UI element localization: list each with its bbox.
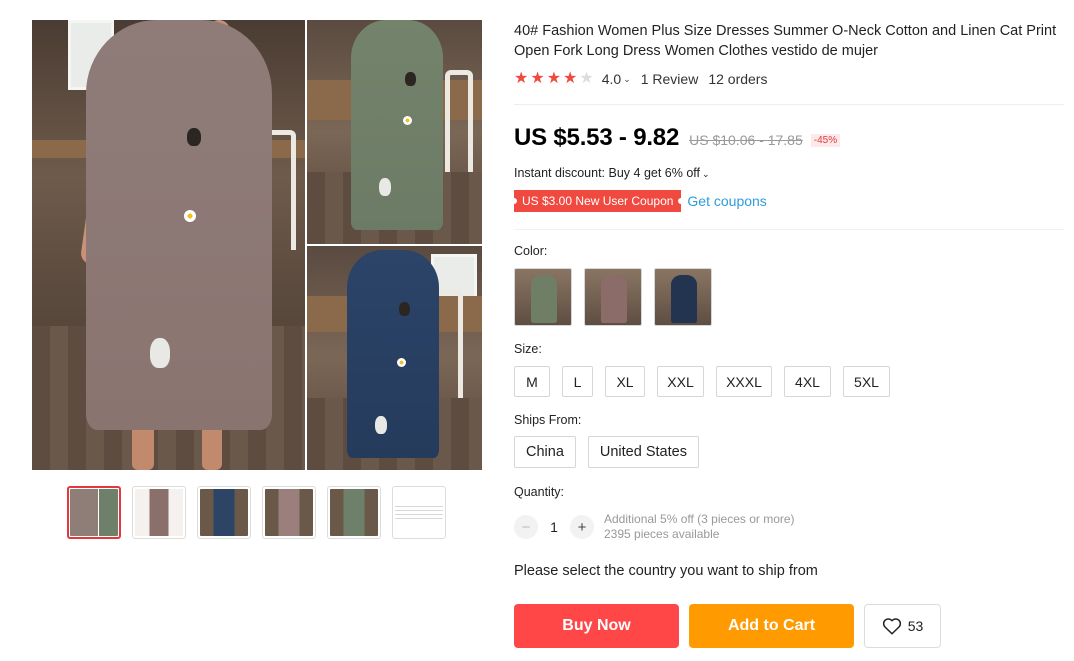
thumbnail-6-size-chart[interactable] (392, 486, 446, 539)
size-option-xxxl[interactable]: XXXL (716, 366, 772, 397)
quantity-input[interactable]: 1 (538, 519, 570, 535)
color-option-green[interactable] (514, 268, 572, 326)
size-option-5xl[interactable]: 5XL (843, 366, 890, 397)
daisy-print (184, 210, 196, 222)
thumbnail-3[interactable] (197, 486, 251, 539)
thumbnail-4[interactable] (262, 486, 316, 539)
reviews-link[interactable]: 1 Review (641, 71, 699, 87)
chair-decor (445, 70, 473, 180)
ships-from-options: China United States (514, 436, 699, 468)
ships-from-label: Ships From: (514, 413, 582, 427)
color-option-mauve[interactable] (584, 268, 642, 326)
cat-print (405, 72, 416, 86)
star-icon: ★ (514, 70, 529, 87)
add-to-cart-button[interactable]: Add to Cart (689, 604, 854, 648)
thumbnail-2[interactable] (132, 486, 186, 539)
star-icon: ★ (530, 70, 545, 87)
daisy-print (397, 358, 406, 367)
size-option-xl[interactable]: XL (605, 366, 645, 397)
divider (514, 104, 1064, 105)
chevron-down-icon[interactable]: ⌄ (623, 74, 631, 85)
star-icon: ★ (546, 70, 562, 87)
scene-navy-dress (307, 246, 482, 470)
green-dress-shape (351, 20, 443, 230)
cat-print (150, 338, 170, 368)
thumbnail-5[interactable] (327, 486, 381, 539)
mauve-dress-shape (86, 20, 272, 430)
cat-print (375, 416, 387, 434)
color-option-navy[interactable] (654, 268, 712, 326)
coupon-row: US $3.00 New User Coupon Get coupons (510, 190, 767, 212)
instant-discount[interactable]: Instant discount: Buy 4 get 6% off ⌄ (514, 166, 710, 180)
heart-icon (882, 618, 901, 635)
size-label: Size: (514, 342, 542, 356)
wishlist-count: 53 (907, 618, 924, 634)
star-icon: ★ (563, 70, 578, 87)
rating-value[interactable]: 4.0 (602, 71, 621, 87)
color-label: Color: (514, 244, 548, 258)
size-option-xxl[interactable]: XXL (657, 366, 704, 397)
current-price: US $5.53 - 9.82 (514, 124, 680, 151)
daisy-print (403, 116, 412, 125)
bulk-discount-note: Additional 5% off (3 pieces or more) (604, 512, 795, 526)
new-user-coupon: US $3.00 New User Coupon (510, 190, 685, 212)
quantity-info: Additional 5% off (3 pieces or more) 239… (604, 512, 795, 542)
orders-count: 12 orders (708, 71, 768, 87)
thumbnail-1[interactable] (67, 486, 121, 539)
stock-available: 2395 pieces available (604, 527, 720, 541)
size-option-l[interactable]: L (562, 366, 593, 397)
size-option-4xl[interactable]: 4XL (784, 366, 831, 397)
cat-print (187, 128, 201, 146)
product-title: 40# Fashion Women Plus Size Dresses Summ… (514, 23, 1057, 59)
cat-print (399, 302, 410, 316)
quantity-increase-button[interactable]: + (570, 515, 594, 539)
scene-mauve-dress (32, 20, 305, 470)
discount-badge: -45% (810, 134, 841, 147)
rating-row: ★ ★ ★ ★ ★ 4.0 ⌄ 1 Review 12 orders (514, 70, 767, 88)
divider (514, 229, 1064, 230)
ship-country-notice: Please select the country you want to sh… (514, 563, 818, 579)
rating-stars: ★ ★ ★ ★ ★ (514, 71, 594, 87)
ships-from-china[interactable]: China (514, 436, 576, 468)
color-options (514, 268, 712, 326)
navy-dress-shape (347, 250, 439, 458)
instant-discount-text: Instant discount: Buy 4 get 6% off (514, 166, 700, 180)
size-options: M L XL XXL XXXL 4XL 5XL (514, 366, 890, 397)
original-price: US $10.06 - 17.85 (689, 132, 803, 148)
price-row: US $5.53 - 9.82 US $10.06 - 17.85 -45% (514, 124, 841, 152)
star-icon: ★ (579, 70, 594, 87)
quantity-stepper: − 1 + Additional 5% off (3 pieces or mor… (514, 512, 795, 542)
ships-from-united-states[interactable]: United States (587, 436, 699, 468)
main-product-image[interactable] (32, 20, 482, 470)
scene-green-dress (307, 20, 482, 244)
buy-now-button[interactable]: Buy Now (514, 604, 679, 648)
quantity-label: Quantity: (514, 485, 565, 499)
get-coupons-link[interactable]: Get coupons (687, 193, 766, 209)
wishlist-button[interactable]: 53 (864, 604, 941, 648)
size-option-m[interactable]: M (514, 366, 550, 397)
chevron-down-icon: ⌄ (702, 169, 710, 179)
collage-divider (307, 244, 482, 246)
cat-print (379, 178, 391, 196)
quantity-decrease-button[interactable]: − (514, 515, 538, 539)
